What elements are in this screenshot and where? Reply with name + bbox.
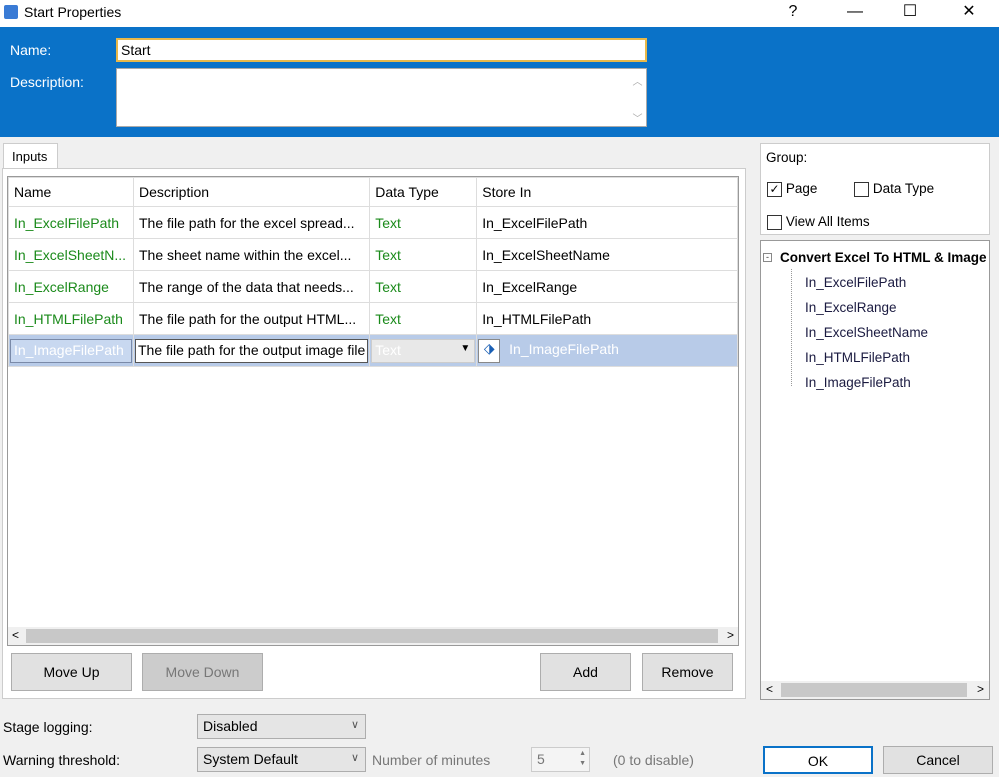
table-header: Name Description Data Type Store In [8, 177, 738, 207]
scroll-right-icon[interactable]: > [727, 628, 734, 642]
collapse-icon[interactable]: - [763, 253, 772, 262]
data-item-icon[interactable]: ⬗ [478, 338, 501, 363]
warning-threshold-select[interactable]: System Default ∨ [197, 747, 366, 772]
name-edit-input[interactable]: In_ImageFilePath [10, 338, 132, 363]
tab-inputs[interactable]: Inputs [3, 143, 58, 169]
tree-item[interactable]: In_HTMLFilePath [805, 350, 910, 365]
page-label: Page [785, 181, 818, 196]
chevron-down-icon: ∨ [350, 719, 359, 731]
view-all-checkbox[interactable]: View All Items [767, 213, 870, 230]
add-button[interactable]: Add [540, 653, 631, 691]
dropdown-arrow-icon: ▼ [460, 342, 471, 354]
stage-logging-value: Disabled [203, 718, 258, 734]
help-button[interactable]: ? [770, 0, 816, 27]
table-row[interactable]: In_ExcelSheetN... The sheet name within t… [8, 238, 738, 271]
description-label: Description: [10, 74, 84, 90]
table-row-selected[interactable]: In_ImageFilePath The file path for the o… [8, 334, 738, 367]
cell-store-in[interactable]: In_ExcelSheetName [476, 238, 738, 271]
stage-logging-select[interactable]: Disabled ∨ [197, 714, 366, 739]
horizontal-scrollbar[interactable]: < > [8, 627, 738, 645]
scroll-left-icon[interactable]: < [766, 682, 773, 696]
column-header-store-in[interactable]: Store In [476, 177, 738, 207]
cell-name[interactable]: In_HTMLFilePath [8, 302, 134, 335]
cancel-button[interactable]: Cancel [883, 746, 993, 774]
stepper-arrows-icon[interactable]: ▲ ▼ [579, 749, 586, 769]
window-title: Start Properties [24, 4, 122, 20]
cell-name[interactable]: In_ExcelFilePath [8, 206, 134, 239]
checkbox-checked-icon: ✓ [767, 181, 782, 197]
cell-description[interactable]: The range of the data that needs... [132, 270, 371, 303]
minutes-stepper[interactable]: 5 ▲ ▼ [531, 747, 590, 772]
tree-item[interactable]: In_ExcelFilePath [805, 275, 906, 290]
move-up-button[interactable]: Move Up [11, 653, 132, 691]
cell-store-in[interactable]: In_ExcelFilePath [476, 206, 738, 239]
cell-data-type[interactable]: Text [369, 302, 478, 335]
tree-horizontal-scrollbar[interactable]: < > [761, 681, 989, 699]
group-panel: Group: ✓ Page Data Type View All Items [760, 143, 990, 235]
tree-item[interactable]: In_ExcelRange [805, 300, 897, 315]
description-edit-input[interactable]: The file path for the output image file [135, 338, 369, 363]
view-all-label: View All Items [785, 214, 870, 229]
tree-item[interactable]: In_ExcelSheetName [805, 325, 928, 340]
table-row[interactable]: In_ExcelFilePath The file path for the ex… [8, 206, 738, 239]
warning-threshold-label: Warning threshold: [3, 752, 120, 768]
name-input[interactable] [116, 38, 647, 62]
table-row[interactable]: In_ExcelRange The range of the data that … [8, 270, 738, 303]
cell-data-type[interactable]: Text [369, 238, 478, 271]
description-scrollbar[interactable]: ︿ ﹀ [629, 69, 646, 126]
stage-logging-label: Stage logging: [3, 719, 93, 735]
data-type-value: Text [375, 341, 401, 358]
title-bar: Start Properties ? — ☐ ✕ [0, 0, 999, 27]
cell-description[interactable]: The file path for the output HTML... [132, 302, 371, 335]
cell-store-in[interactable]: In_HTMLFilePath [476, 302, 738, 335]
tree-item[interactable]: In_ImageFilePath [805, 375, 911, 390]
table-row[interactable]: In_HTMLFilePath The file path for the out… [8, 302, 738, 335]
cell-data-type[interactable]: Text [369, 206, 478, 239]
tree-root[interactable]: Convert Excel To HTML & Image [780, 250, 987, 265]
minutes-label: Number of minutes [372, 752, 491, 768]
description-input[interactable]: ︿ ﹀ [116, 68, 647, 127]
chevron-down-icon: ∨ [350, 752, 359, 764]
remove-button[interactable]: Remove [642, 653, 733, 691]
page-checkbox[interactable]: ✓ Page [767, 180, 817, 197]
name-label: Name: [10, 42, 52, 58]
group-label: Group: [766, 150, 808, 165]
inputs-grid: Name Description Data Type Store In In_E… [7, 176, 739, 646]
cell-data-type[interactable]: Text [369, 270, 478, 303]
cell-store-in[interactable]: In_ExcelRange [476, 270, 738, 303]
minimize-button[interactable]: — [832, 0, 878, 27]
scrollbar-thumb[interactable] [781, 683, 967, 697]
data-type-select[interactable]: Text ▼ [371, 338, 476, 363]
data-type-checkbox[interactable]: Data Type [854, 180, 934, 197]
maximize-button[interactable]: ☐ [887, 0, 933, 27]
column-header-description[interactable]: Description [132, 177, 371, 207]
data-type-label: Data Type [872, 181, 935, 196]
close-button[interactable]: ✕ [946, 0, 992, 27]
cell-description[interactable]: The file path for the excel spread... [132, 206, 371, 239]
cell-name[interactable]: In_ExcelSheetN... [8, 238, 134, 271]
cell-name[interactable]: In_ExcelRange [8, 270, 134, 303]
tree-line [791, 269, 792, 386]
minutes-value: 5 [537, 751, 545, 767]
data-items-tree: - Convert Excel To HTML & Image In_Excel… [760, 240, 990, 700]
scroll-right-icon[interactable]: > [977, 682, 984, 696]
warning-threshold-value: System Default [203, 751, 298, 767]
disable-hint: (0 to disable) [613, 752, 694, 768]
scrollbar-thumb[interactable] [26, 629, 718, 643]
app-icon [4, 5, 18, 19]
column-header-data-type[interactable]: Data Type [369, 177, 478, 207]
column-header-name[interactable]: Name [8, 177, 134, 207]
ok-button[interactable]: OK [763, 746, 873, 774]
scroll-left-icon[interactable]: < [12, 628, 19, 642]
move-down-button[interactable]: Move Down [142, 653, 263, 691]
cell-description[interactable]: The sheet name within the excel... [132, 238, 371, 271]
store-in-edit[interactable]: In_ImageFilePath [509, 341, 619, 357]
